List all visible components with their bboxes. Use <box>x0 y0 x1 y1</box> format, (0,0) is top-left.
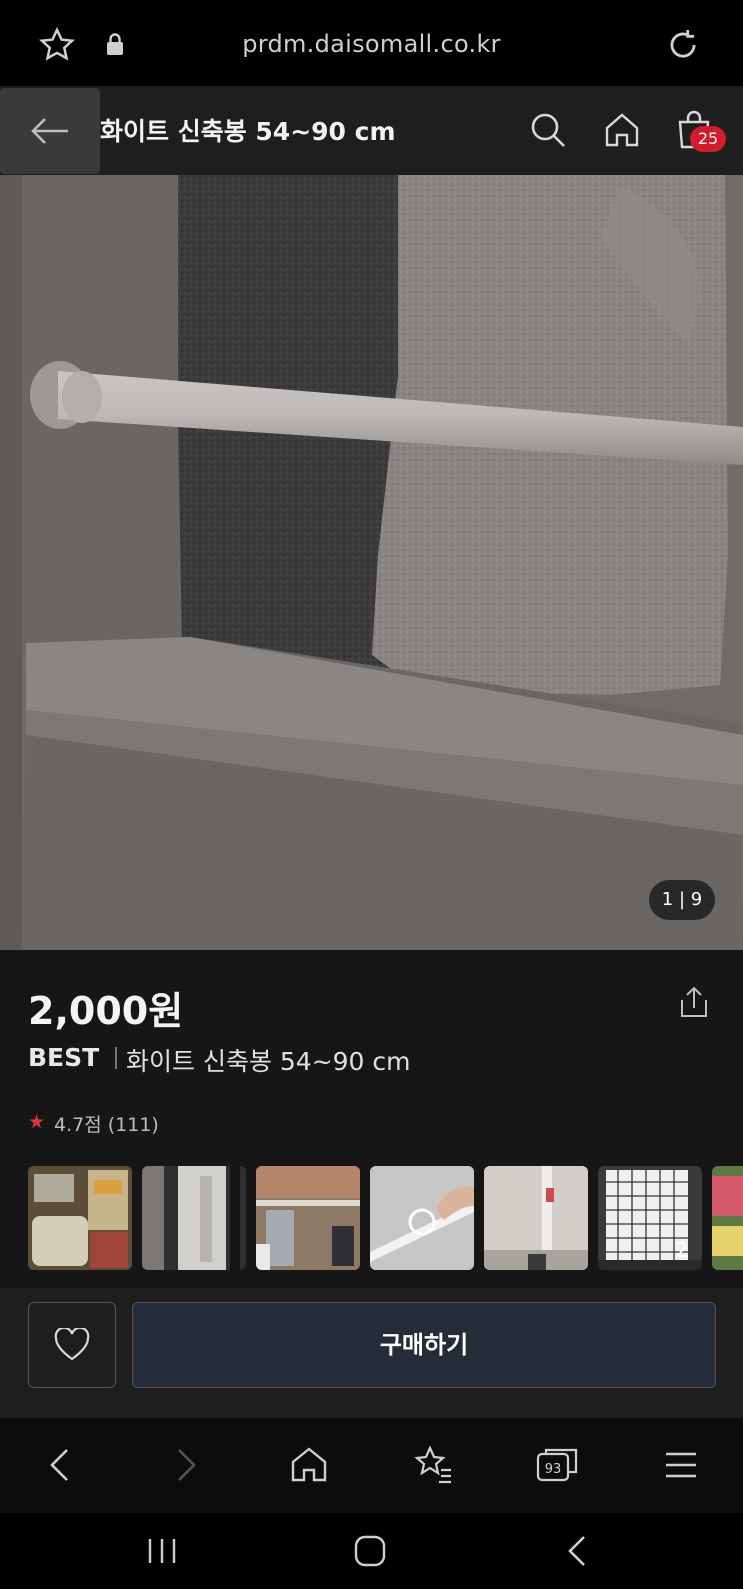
review-photo[interactable]: 2 <box>598 1166 702 1270</box>
review-photo-strip: 2 <box>28 1166 743 1272</box>
review-photo[interactable] <box>484 1166 588 1270</box>
review-photo[interactable] <box>712 1166 743 1270</box>
system-navigation-bar <box>0 1513 743 1589</box>
app-header: 화이트 신축봉 54~90 cm 25 <box>0 86 743 175</box>
page-title: 화이트 신축봉 54~90 cm <box>100 117 396 146</box>
wishlist-button[interactable] <box>28 1302 116 1388</box>
recent-apps-icon[interactable] <box>142 1531 182 1571</box>
rating-text[interactable]: 4.7점 (111) <box>54 1110 159 1137</box>
tabs-icon[interactable]: 93 <box>532 1440 582 1490</box>
review-photo[interactable] <box>256 1166 360 1270</box>
home-button-icon[interactable] <box>350 1531 390 1571</box>
product-name: 화이트 신축봉 54~90 cm <box>126 1047 411 1076</box>
home-icon[interactable] <box>602 110 642 150</box>
url-text[interactable]: prdm.daisomall.co.kr <box>0 30 743 58</box>
browser-address-bar: prdm.daisomall.co.kr <box>0 0 743 86</box>
review-photo-image <box>712 1166 743 1270</box>
review-photo-image <box>256 1166 360 1270</box>
best-badge: BEST <box>28 1043 100 1072</box>
review-photo[interactable] <box>28 1166 132 1270</box>
browser-home-icon[interactable] <box>284 1440 334 1490</box>
menu-icon[interactable] <box>656 1440 706 1490</box>
bookmarks-icon[interactable] <box>408 1440 458 1490</box>
product-photo <box>0 175 743 950</box>
reload-icon[interactable] <box>664 26 702 64</box>
divider <box>115 1047 117 1069</box>
browser-back-icon[interactable] <box>36 1440 86 1490</box>
system-back-icon[interactable] <box>558 1531 598 1571</box>
back-button[interactable] <box>0 88 100 174</box>
browser-forward-icon[interactable] <box>160 1440 210 1490</box>
image-counter: 1 | 9 <box>649 880 715 920</box>
arrow-left-icon <box>31 118 68 144</box>
product-price: 2,000원 <box>28 989 184 1033</box>
search-icon[interactable] <box>528 110 568 150</box>
review-photo[interactable] <box>142 1166 246 1270</box>
review-photo-image <box>142 1166 246 1270</box>
share-icon[interactable] <box>676 984 712 1020</box>
cart-count-badge: 25 <box>690 126 726 152</box>
review-photo-image <box>484 1166 588 1270</box>
review-photo-image <box>28 1166 132 1270</box>
more-photos-count: 2 <box>675 1238 688 1262</box>
heart-icon <box>54 1328 90 1361</box>
purchase-bar: 구매하기 <box>0 1288 743 1418</box>
rating-star-icon: ★ <box>28 1111 46 1133</box>
svg-text:93: 93 <box>545 1462 562 1477</box>
product-image-gallery[interactable]: 1 | 9 <box>0 175 743 950</box>
review-photo[interactable] <box>370 1166 474 1270</box>
buy-button[interactable]: 구매하기 <box>132 1302 716 1388</box>
browser-toolbar: 93 <box>0 1418 743 1513</box>
review-photo-image <box>370 1166 474 1270</box>
